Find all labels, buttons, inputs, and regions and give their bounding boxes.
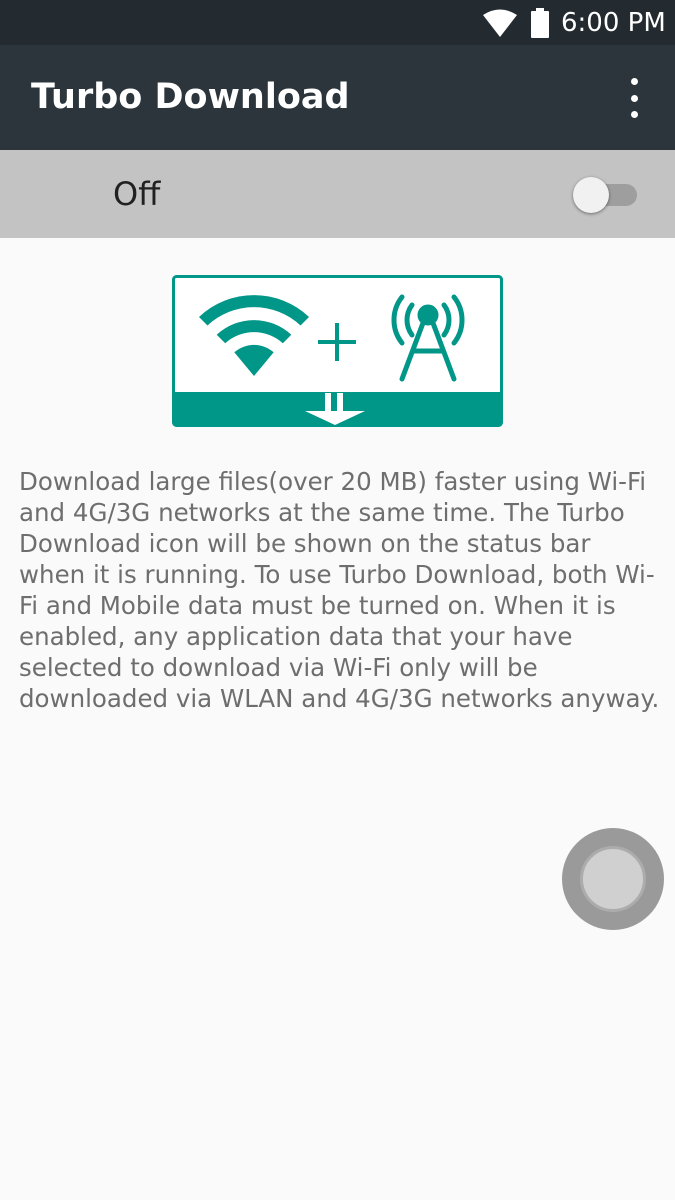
more-vert-icon[interactable]: [616, 78, 652, 118]
page-title: Turbo Download: [31, 77, 350, 117]
toggle-thumb: [573, 177, 609, 213]
battery-icon: [531, 8, 549, 38]
wifi-icon: [483, 9, 517, 37]
status-time: 6:00 PM: [561, 8, 666, 38]
turbo-download-switch-row[interactable]: Off: [0, 150, 675, 238]
description-text: Download large files(over 20 MB) faster …: [19, 467, 660, 713]
app-bar: Turbo Download: [0, 45, 675, 150]
floating-assistive-button[interactable]: [562, 828, 664, 930]
status-bar: 6:00 PM: [0, 0, 675, 45]
switch-status-label: Off: [113, 175, 161, 213]
assistive-touch-icon: [580, 846, 646, 912]
turbo-download-illustration: [172, 275, 503, 427]
turbo-download-toggle[interactable]: [573, 173, 637, 215]
